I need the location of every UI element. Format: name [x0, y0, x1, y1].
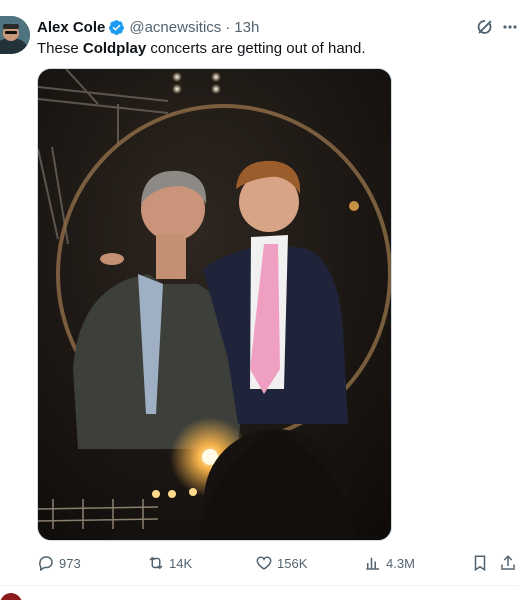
tweet-actions: 973 14K 156K 4.3M	[37, 552, 519, 574]
next-tweet-peek[interactable]	[0, 591, 519, 600]
author-avatar[interactable]	[0, 16, 30, 54]
bookmark-button[interactable]	[471, 552, 493, 574]
share-icon	[501, 555, 515, 570]
tweet-text-after: concerts are getting out of hand.	[146, 40, 366, 57]
more-dots-icon[interactable]	[502, 18, 518, 36]
heart-icon	[256, 556, 272, 570]
tweet-timestamp[interactable]: 13h	[234, 19, 259, 36]
author-handle[interactable]: @acnewsitics	[129, 19, 221, 36]
grok-icon[interactable]	[474, 16, 496, 38]
views-count: 4.3M	[386, 555, 415, 571]
tweet[interactable]: Alex Cole @acnewsitics · 13h These Coldp…	[0, 0, 519, 586]
reply-button[interactable]: 973	[37, 552, 81, 574]
tweet-text-bold: Coldplay	[82, 40, 147, 57]
verified-badge-icon	[108, 19, 125, 36]
tweet-photo[interactable]	[37, 68, 392, 541]
next-author-avatar[interactable]	[0, 593, 22, 600]
views-button[interactable]: 4.3M	[364, 552, 415, 574]
like-count: 156K	[277, 555, 308, 571]
like-button[interactable]: 156K	[255, 552, 307, 574]
bookmark-icon	[474, 555, 486, 572]
header-separator: ·	[225, 18, 231, 36]
repost-button[interactable]: 14K	[147, 552, 192, 574]
repost-icon	[149, 556, 163, 570]
tweet-header: Alex Cole @acnewsitics · 13h	[37, 17, 259, 37]
author-name[interactable]: Alex Cole	[37, 19, 105, 36]
tweet-text-before: These	[37, 40, 83, 57]
share-button[interactable]	[499, 552, 519, 574]
tweet-text: These Coldplay concerts are getting out …	[37, 39, 366, 59]
reply-icon	[39, 556, 53, 572]
reply-count: 973	[59, 555, 81, 571]
views-chart-icon	[366, 557, 379, 570]
repost-count: 14K	[169, 555, 193, 571]
